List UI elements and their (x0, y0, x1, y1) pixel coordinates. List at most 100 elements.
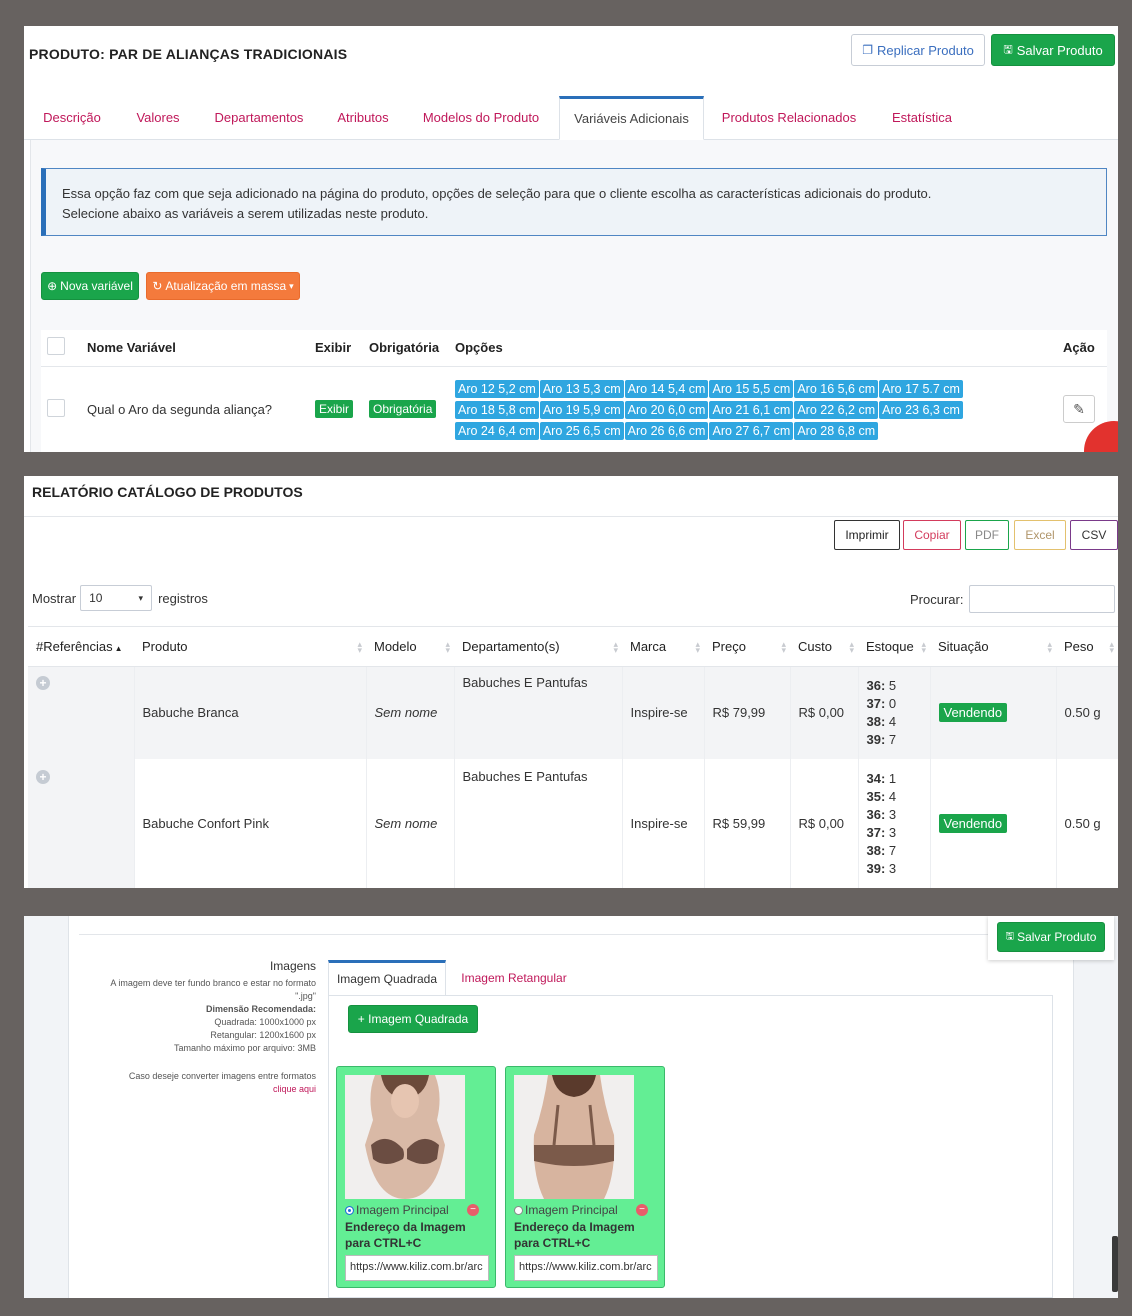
obrigatoria-badge: Obrigatória (369, 400, 437, 419)
excel-button[interactable]: Excel (1014, 520, 1066, 550)
col-opcoes: Opções (449, 330, 1057, 367)
products-table: #Referências ▲ Produto ▴ ▾ Modelo ▴ ▾ Departa… (28, 626, 1118, 888)
sort-icon: ▴ ▾ (781, 639, 786, 655)
image-url-field[interactable]: https://www.kiliz.com.br/arc (514, 1255, 658, 1281)
tab-imagem-quadrada[interactable]: Imagem Quadrada (328, 960, 446, 996)
product-edit-panel: PRODUTO: PAR DE ALIANÇAS TRADICIONAIS ❐ … (24, 26, 1118, 452)
option-badge: Aro 22 6,2 cm (794, 400, 879, 419)
col-custo[interactable]: Custo ▴ ▾ (790, 626, 858, 667)
col-preco[interactable]: Preço ▴ ▾ (704, 626, 790, 667)
status-badge: Vendendo (938, 703, 1008, 723)
tab-departamentos[interactable]: Departamentos (206, 96, 312, 140)
edit-pencil-icon[interactable]: ✎ (1063, 395, 1095, 424)
add-square-image-button[interactable]: + Imagem Quadrada (348, 1005, 478, 1033)
options-list: Aro 12 5,2 cm Aro 13 5,3 cm Aro 14 5,4 cm A… (449, 366, 1057, 452)
tab-atributos[interactable]: Atributos (328, 96, 398, 140)
main-image-radio-label[interactable]: Imagem Principal (345, 1203, 449, 1217)
option-badge: Aro 21 6,1 cm (709, 400, 794, 419)
sort-icon: ▴ ▾ (695, 639, 700, 655)
option-badge: Aro 20 6,0 cm (624, 400, 709, 419)
sort-icon: ▴ ▾ (445, 639, 450, 655)
product-price: R$ 59,99 (704, 758, 791, 888)
col-modelo[interactable]: Modelo ▴ ▾ (366, 626, 454, 667)
sort-icon: ▴ ▾ (357, 639, 362, 655)
option-badge: Aro 12 5,2 cm (455, 379, 539, 398)
variables-table: Nome Variável Exibir Obrigatória Opções … (41, 330, 1107, 452)
print-button[interactable]: Imprimir (834, 520, 900, 550)
table-row: + Babuche Confort Pink Sem nome Babuches… (28, 758, 1118, 888)
stock-line: 38: 4 (866, 713, 897, 729)
tab-estatistica[interactable]: Estatística (882, 96, 962, 140)
expand-plus-icon[interactable]: + (36, 769, 50, 784)
images-section-label: Imagens (269, 959, 316, 973)
save-product-button[interactable]: 🖫 Salvar Produto (991, 34, 1115, 66)
product-images-panel: Imagens A imagem deve ter fundo branco e… (24, 916, 1118, 1298)
info-text-line2: Selecione abaixo as variáveis a serem ut… (62, 206, 429, 221)
convert-link[interactable]: clique aqui (94, 1083, 316, 1096)
chevron-down-icon: ▾ (138, 592, 144, 603)
new-variable-button[interactable]: ⊕ Nova variável (41, 272, 139, 300)
sort-icon: ▴ ▾ (613, 639, 618, 655)
product-photo (514, 1075, 634, 1199)
bulk-update-dropdown[interactable]: ↻ Atualização em massa ▾ (146, 272, 300, 300)
product-name: Babuche Confort Pink (134, 758, 367, 888)
tab-descricao[interactable]: Descrição (34, 96, 110, 140)
image-url-field[interactable]: https://www.kiliz.com.br/arc (345, 1255, 489, 1281)
search-control: Procurar: (910, 585, 1116, 613)
option-badge: Aro 19 5,9 cm (539, 400, 624, 419)
stock-line: 36: 5 (866, 677, 897, 693)
main-image-radio[interactable] (514, 1205, 523, 1215)
catalog-report-panel: RELATÓRIO CATÁLOGO DE PRODUTOS Imprimir … (24, 476, 1118, 888)
scrollbar[interactable] (1112, 1236, 1118, 1292)
col-peso[interactable]: Peso ▴ ▾ (1056, 626, 1118, 667)
table-row: Qual o Aro da segunda aliança? Exibir Ob… (41, 366, 1107, 452)
main-image-radio-label[interactable]: Imagem Principal (514, 1203, 618, 1217)
sort-up-icon: ▲ (114, 644, 123, 653)
search-input[interactable] (969, 585, 1116, 613)
page-size-control: Mostrar 10 ▾ registros (32, 585, 208, 611)
status-badge: Vendendo (938, 814, 1008, 833)
col-nome-variavel: Nome Variável (81, 330, 309, 367)
col-marca[interactable]: Marca ▴ ▾ (622, 626, 704, 667)
tab-modelos-produto[interactable]: Modelos do Produto (414, 96, 548, 140)
product-model: Sem nome (366, 666, 455, 759)
csv-button[interactable]: CSV (1070, 520, 1118, 550)
copy-button[interactable]: Copiar (903, 520, 961, 550)
tab-valores[interactable]: Valores (128, 96, 188, 140)
variable-name: Qual o Aro da segunda aliança? (87, 401, 273, 417)
main-image-radio[interactable] (345, 1205, 354, 1215)
tab-variaveis-adicionais[interactable]: Variáveis Adicionais (559, 96, 704, 140)
remove-image-icon[interactable]: − (467, 1204, 479, 1216)
info-alert: Essa opção faz com que seja adicionado n… (41, 168, 1107, 236)
col-departamentos[interactable]: Departamento(s) ▴ ▾ (454, 626, 622, 667)
stock-line: 37: 3 (866, 824, 897, 840)
replicate-product-button[interactable]: ❐ Replicar Produto (851, 34, 985, 66)
tab-imagem-retangular[interactable]: Imagem Retangular (452, 960, 576, 996)
expand-plus-icon[interactable]: + (36, 676, 50, 690)
stock-line: 39: 3 (866, 860, 897, 876)
col-referencias[interactable]: #Referências ▲ (28, 626, 134, 667)
refresh-icon: ↻ (152, 279, 163, 293)
image-card: Imagem Principal − Endereço da Imagem pa… (336, 1066, 496, 1288)
table-row: + Babuche Branca Sem nome Babuches E Pan… (28, 666, 1118, 759)
stock-line: 37: 0 (866, 695, 897, 711)
product-stock: 34: 1 35: 4 36: 3 37: 3 38: 7 39: 3 (858, 758, 931, 888)
image-card: Imagem Principal − Endereço da Imagem pa… (505, 1066, 665, 1288)
row-checkbox[interactable] (47, 398, 65, 417)
col-situacao[interactable]: Situação ▴ ▾ (930, 626, 1056, 667)
image-address-label: Endereço da Imagem para CTRL+C (345, 1220, 466, 1250)
option-badge: Aro 16 5,6 cm (794, 379, 879, 398)
option-badge: Aro 27 6,7 cm (709, 421, 794, 440)
tab-produtos-relacionados[interactable]: Produtos Relacionados (714, 96, 864, 140)
pdf-button[interactable]: PDF (965, 520, 1009, 550)
chevron-down-icon: ▾ (289, 280, 294, 291)
product-name: Babuche Branca (134, 666, 367, 759)
select-all-checkbox[interactable] (47, 337, 65, 356)
col-produto[interactable]: Produto ▴ ▾ (134, 626, 366, 667)
save-product-button-floating[interactable]: 🖫 Salvar Produto (997, 922, 1105, 952)
page-size-select[interactable]: 10 ▾ (80, 585, 153, 611)
sort-icon: ▴ ▾ (849, 639, 854, 655)
col-estoque[interactable]: Estoque ▴ ▾ (858, 626, 930, 667)
plus-circle-icon: ⊕ (47, 279, 58, 293)
remove-image-icon[interactable]: − (636, 1204, 648, 1216)
